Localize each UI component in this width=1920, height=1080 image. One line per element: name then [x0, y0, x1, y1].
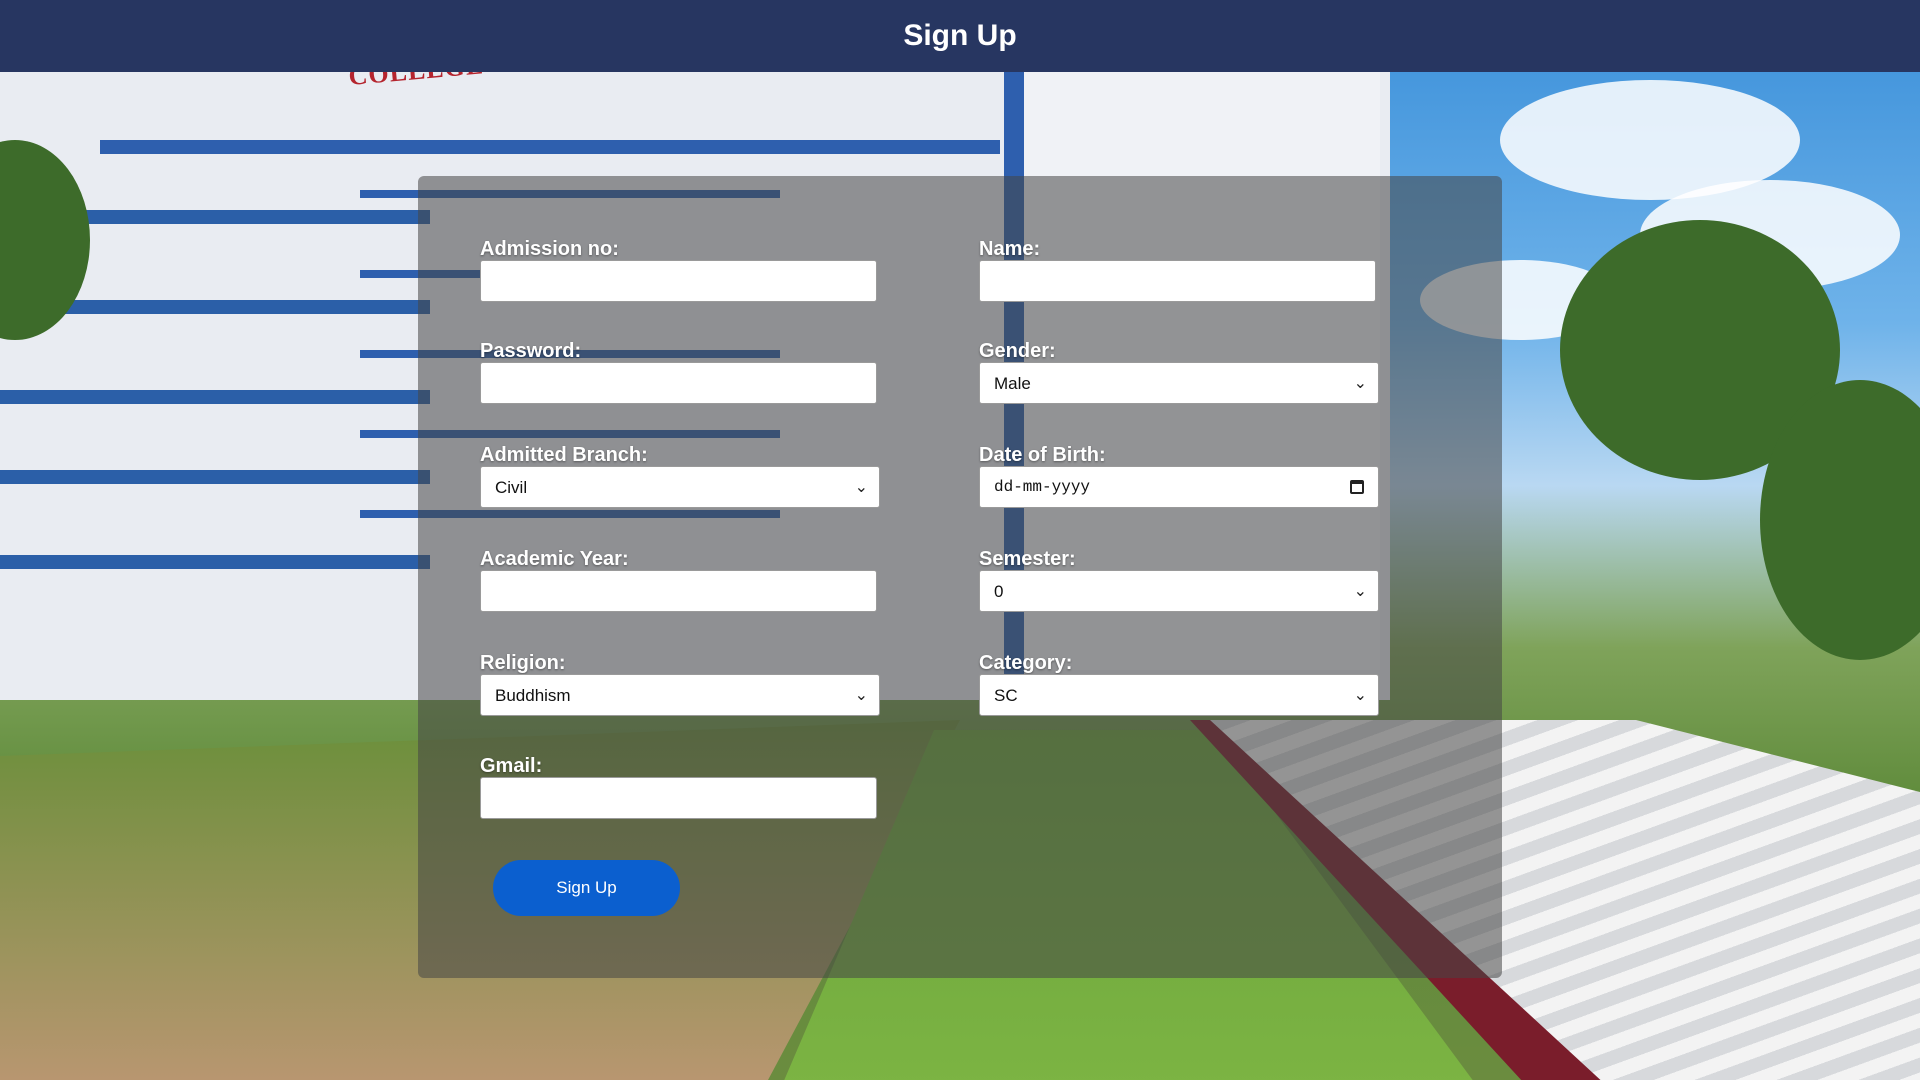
date-placeholder: dd-mm-yyyy	[994, 478, 1091, 496]
admitted-branch-select[interactable]: Civil	[480, 466, 880, 508]
category-select[interactable]: SC	[979, 674, 1379, 716]
admitted-branch-select-wrap: Civil ⌄	[480, 466, 880, 508]
building-stripe	[0, 470, 430, 484]
religion-field: Religion: Buddhism ⌄	[480, 652, 880, 716]
password-field: Password:	[480, 340, 880, 404]
signup-page: COLLEGE OF ENGINEERING Sign Up Admission…	[0, 0, 1920, 1080]
signup-form: Admission no: Name: Password: Gender: Ma…	[418, 176, 1502, 978]
semester-select[interactable]: 0	[979, 570, 1379, 612]
admission-no-input[interactable]	[480, 260, 877, 302]
name-field: Name:	[979, 238, 1379, 302]
admitted-branch-field: Admitted Branch: Civil ⌄	[480, 444, 880, 508]
password-input[interactable]	[480, 362, 877, 404]
gender-label: Gender:	[979, 340, 1056, 362]
religion-select-wrap: Buddhism ⌄	[480, 674, 880, 716]
building-roofline	[100, 140, 1000, 154]
calendar-icon[interactable]	[1350, 480, 1364, 494]
building-stripe	[0, 555, 430, 569]
header-bar: Sign Up	[0, 0, 1920, 72]
category-field: Category: SC ⌄	[979, 652, 1379, 716]
semester-field: Semester: 0 ⌄	[979, 548, 1379, 612]
page-title: Sign Up	[903, 19, 1017, 52]
category-label: Category:	[979, 652, 1073, 674]
password-label: Password:	[480, 340, 582, 362]
religion-label: Religion:	[480, 652, 566, 674]
category-select-wrap: SC ⌄	[979, 674, 1379, 716]
gender-select-wrap: Male ⌄	[979, 362, 1379, 404]
gmail-input[interactable]	[480, 777, 877, 819]
academic-year-input[interactable]	[480, 570, 877, 612]
admission-no-label: Admission no:	[480, 238, 619, 260]
admitted-branch-label: Admitted Branch:	[480, 444, 648, 466]
gender-field: Gender: Male ⌄	[979, 340, 1379, 404]
academic-year-field: Academic Year:	[480, 548, 880, 612]
gender-select[interactable]: Male	[979, 362, 1379, 404]
semester-select-wrap: 0 ⌄	[979, 570, 1379, 612]
semester-label: Semester:	[979, 548, 1076, 570]
name-input[interactable]	[979, 260, 1376, 302]
sign-up-button[interactable]: Sign Up	[493, 860, 680, 916]
academic-year-label: Academic Year:	[480, 548, 629, 570]
date-of-birth-field: Date of Birth: dd-mm-yyyy	[979, 444, 1379, 508]
date-of-birth-input[interactable]: dd-mm-yyyy	[979, 466, 1379, 508]
gmail-field: Gmail:	[480, 755, 880, 819]
building-stripe	[0, 390, 430, 404]
gmail-label: Gmail:	[480, 755, 543, 777]
admission-no-field: Admission no:	[480, 238, 880, 302]
religion-select[interactable]: Buddhism	[480, 674, 880, 716]
name-label: Name:	[979, 238, 1041, 260]
date-of-birth-label: Date of Birth:	[979, 444, 1106, 466]
